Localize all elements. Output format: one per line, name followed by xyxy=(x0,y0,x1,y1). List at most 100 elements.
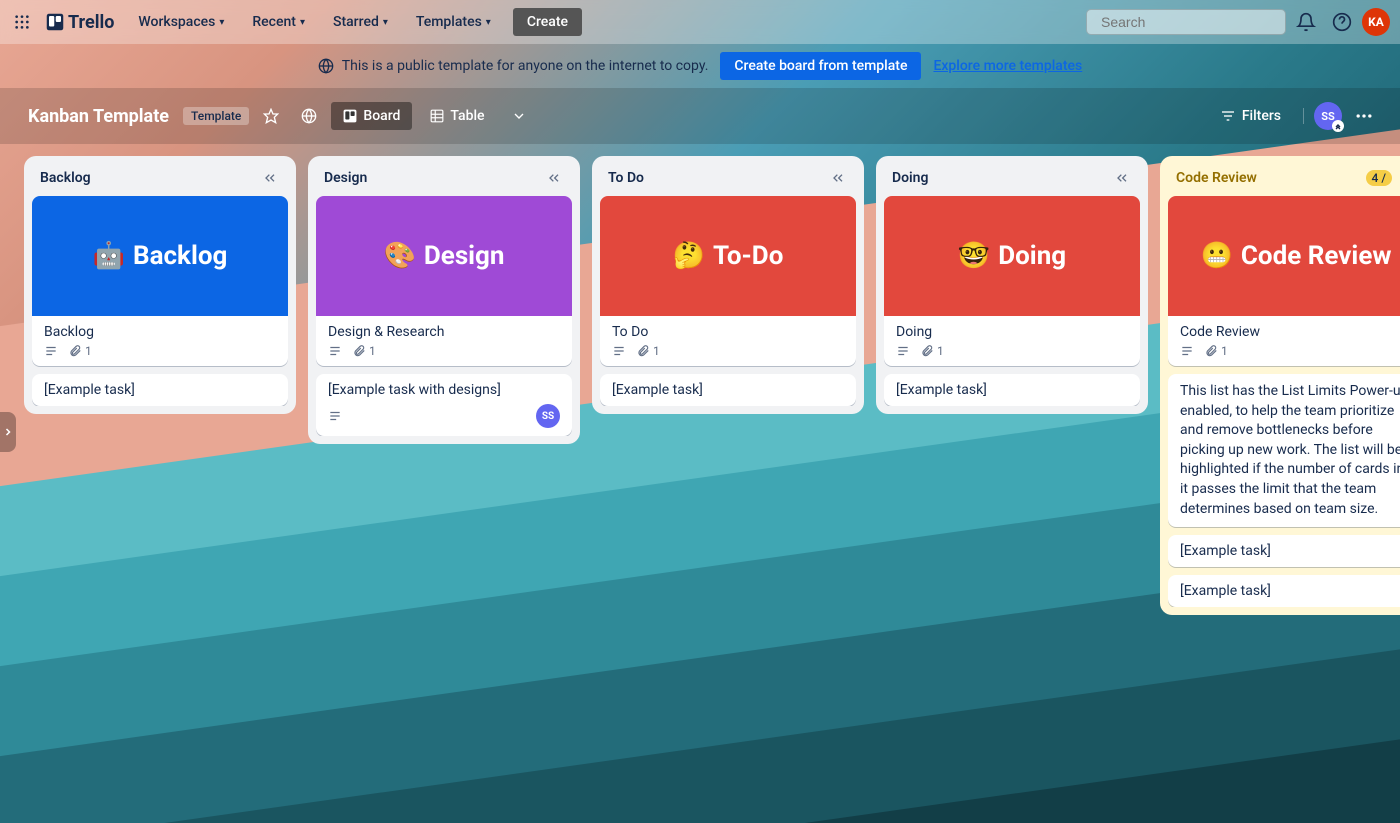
admin-badge-icon xyxy=(1332,120,1344,132)
list-limit-badge: 4 / xyxy=(1366,170,1392,186)
attachment-badge: 1 xyxy=(352,344,376,358)
help-icon[interactable] xyxy=(1326,6,1358,38)
apps-switcher-icon[interactable] xyxy=(10,10,34,34)
list: To Do 🤔To-Do To Do 1 [Example task] xyxy=(592,156,864,414)
attachment-badge: 1 xyxy=(920,344,944,358)
description-icon xyxy=(44,344,58,358)
template-badge: Template xyxy=(183,107,249,125)
list: Doing 🤓Doing Doing 1 [Example task] xyxy=(876,156,1148,414)
public-icon[interactable] xyxy=(293,100,325,132)
list-header: Doing xyxy=(884,164,1140,196)
template-banner: This is a public template for anyone on … xyxy=(0,44,1400,88)
trello-logo[interactable]: Trello xyxy=(38,8,122,37)
attachment-badge: 1 xyxy=(1204,344,1228,358)
card-cover: 🤔To-Do xyxy=(600,196,856,316)
card-cover: 😬Code Review xyxy=(1168,196,1400,316)
list-title[interactable]: Backlog xyxy=(40,170,91,186)
chevron-down-icon: ▾ xyxy=(219,17,224,28)
board-title[interactable]: Kanban Template xyxy=(20,102,177,131)
card-title: [Example task] xyxy=(1180,543,1400,559)
list-title[interactable]: Doing xyxy=(892,170,928,186)
card[interactable]: 🤔To-Do To Do 1 xyxy=(600,196,856,366)
card-title: Doing xyxy=(896,324,1128,340)
card-title: [Example task with designs] xyxy=(328,382,560,398)
chevron-down-icon: ▾ xyxy=(383,17,388,28)
card[interactable]: 😬Code Review Code Review 1 xyxy=(1168,196,1400,366)
templates-menu[interactable]: Templates▾ xyxy=(404,8,503,36)
board-canvas[interactable]: Backlog 🤖Backlog Backlog 1 [Example task] Des… xyxy=(0,144,1400,823)
board-member-avatar[interactable]: SS xyxy=(1314,102,1342,130)
collapse-list-icon[interactable] xyxy=(1396,168,1400,188)
board-view-button[interactable]: Board xyxy=(331,102,412,130)
card-title: [Example task] xyxy=(896,382,1128,398)
description-icon xyxy=(1180,344,1194,358)
card-badges: 1 xyxy=(1180,344,1400,358)
card-title: [Example task] xyxy=(612,382,844,398)
description-icon xyxy=(328,409,342,423)
search-input[interactable] xyxy=(1086,9,1286,35)
expand-sidebar-tab[interactable] xyxy=(0,412,16,452)
attachment-badge: 1 xyxy=(636,344,660,358)
card-cover: 🎨Design xyxy=(316,196,572,316)
board-menu-icon[interactable] xyxy=(1348,100,1380,132)
user-avatar[interactable]: KA xyxy=(1362,8,1390,36)
starred-menu[interactable]: Starred▾ xyxy=(321,8,400,36)
table-view-button[interactable]: Table xyxy=(418,102,496,130)
explore-templates-link[interactable]: Explore more templates xyxy=(933,58,1082,74)
card-badges: 1 xyxy=(612,344,844,358)
card[interactable]: [Example task] xyxy=(1168,535,1400,567)
workspaces-menu[interactable]: Workspaces▾ xyxy=(126,8,236,36)
list-title[interactable]: To Do xyxy=(608,170,644,186)
card[interactable]: [Example task] xyxy=(600,374,856,406)
card[interactable]: 🤖Backlog Backlog 1 xyxy=(32,196,288,366)
globe-icon xyxy=(318,58,334,74)
card-title: Code Review xyxy=(1180,324,1400,340)
card[interactable]: 🎨Design Design & Research 1 xyxy=(316,196,572,366)
collapse-list-icon[interactable] xyxy=(1112,168,1132,188)
list-title[interactable]: Design xyxy=(324,170,367,186)
card[interactable]: [Example task] xyxy=(32,374,288,406)
card-badges: 1 xyxy=(896,344,1128,358)
attachment-badge: 1 xyxy=(68,344,92,358)
list: Design 🎨Design Design & Research 1 [Example … xyxy=(308,156,580,444)
card[interactable]: [Example task] xyxy=(884,374,1140,406)
card[interactable]: 🤓Doing Doing 1 xyxy=(884,196,1140,366)
description-icon xyxy=(328,344,342,358)
logo-text: Trello xyxy=(68,12,114,33)
chevron-down-icon: ▾ xyxy=(300,17,305,28)
card[interactable]: [Example task] xyxy=(1168,575,1400,607)
recent-menu[interactable]: Recent▾ xyxy=(240,8,317,36)
card-title: Backlog xyxy=(44,324,276,340)
card-title: Design & Research xyxy=(328,324,560,340)
list-header: Backlog xyxy=(32,164,288,196)
chevron-down-icon: ▾ xyxy=(486,17,491,28)
list-header: Code Review 4 / xyxy=(1168,164,1400,196)
card-cover: 🤖Backlog xyxy=(32,196,288,316)
notifications-icon[interactable] xyxy=(1290,6,1322,38)
list-title[interactable]: Code Review xyxy=(1176,170,1257,186)
card-cover: 🤓Doing xyxy=(884,196,1140,316)
list-header: To Do xyxy=(600,164,856,196)
card-badges: 1 xyxy=(44,344,276,358)
create-button[interactable]: Create xyxy=(513,8,582,36)
filters-button[interactable]: Filters xyxy=(1208,102,1293,130)
card[interactable]: [Example task with designs] SS xyxy=(316,374,572,436)
card-member-avatar[interactable]: SS xyxy=(536,404,560,428)
list: Backlog 🤖Backlog Backlog 1 [Example task] xyxy=(24,156,296,414)
card-badges: 1 xyxy=(328,344,560,358)
star-icon[interactable] xyxy=(255,100,287,132)
card-description: This list has the List Limits Power-up e… xyxy=(1180,382,1400,519)
customize-views-icon[interactable] xyxy=(503,100,535,132)
card-title: [Example task] xyxy=(44,382,276,398)
list-header: Design xyxy=(316,164,572,196)
collapse-list-icon[interactable] xyxy=(544,168,564,188)
top-navbar: Trello Workspaces▾ Recent▾ Starred▾ Temp… xyxy=(0,0,1400,44)
collapse-list-icon[interactable] xyxy=(260,168,280,188)
description-icon xyxy=(612,344,626,358)
card-title: To Do xyxy=(612,324,844,340)
create-from-template-button[interactable]: Create board from template xyxy=(720,52,921,80)
divider xyxy=(1303,108,1304,124)
card[interactable]: This list has the List Limits Power-up e… xyxy=(1168,374,1400,527)
collapse-list-icon[interactable] xyxy=(828,168,848,188)
list: Code Review 4 / 😬Code Review Code Review 1 Th… xyxy=(1160,156,1400,615)
